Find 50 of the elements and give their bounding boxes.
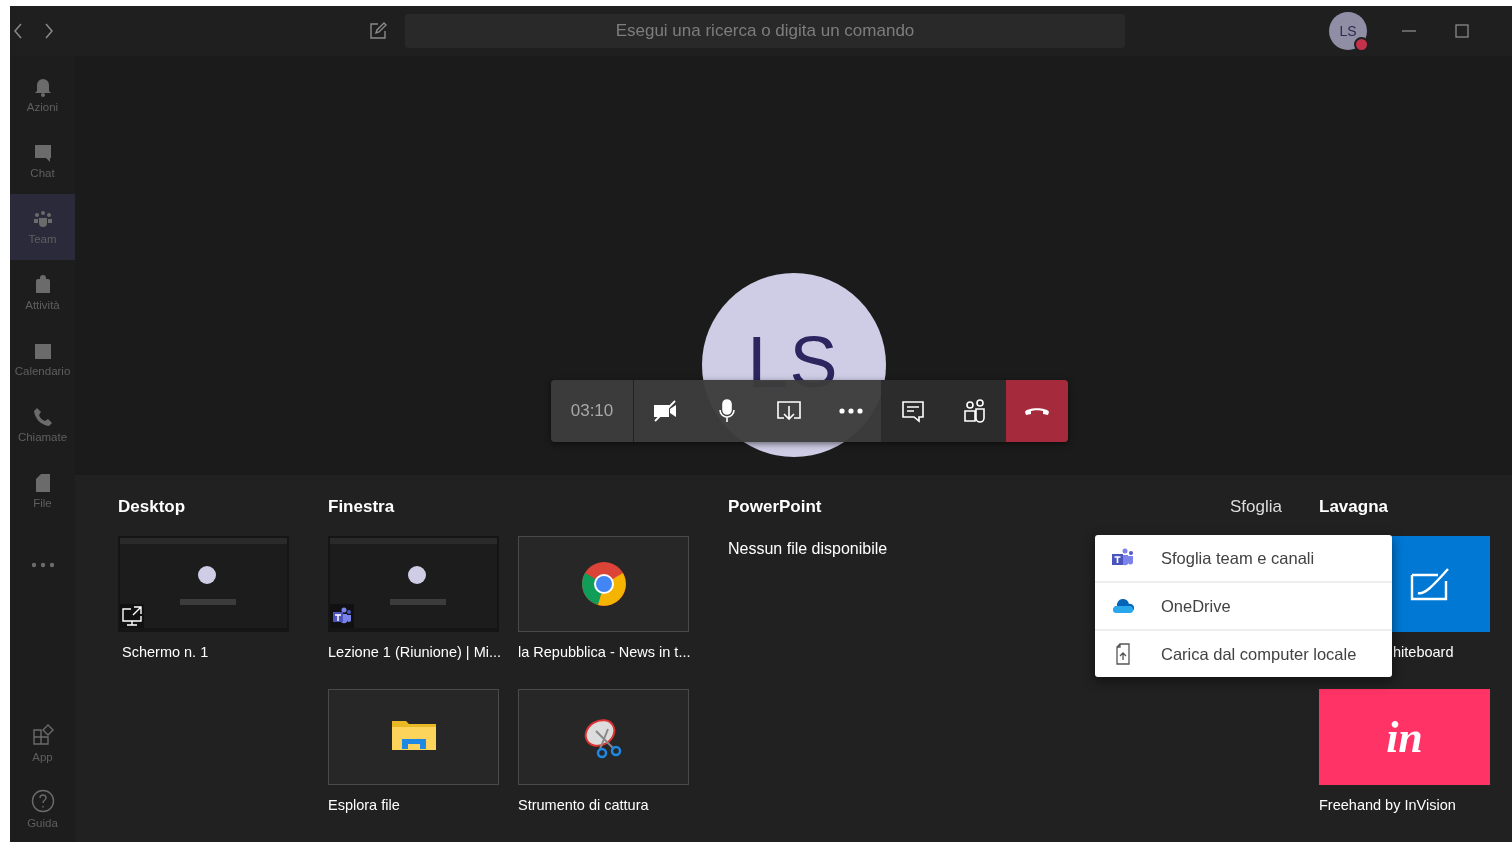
- sidebar-item[interactable]: Guida: [10, 776, 75, 842]
- presence-dot: [1354, 37, 1369, 52]
- sidebar-item[interactable]: File: [10, 458, 75, 524]
- app-tile[interactable]: [518, 536, 689, 632]
- invision-logo: in: [1386, 711, 1423, 763]
- sidebar-item[interactable]: Chat: [10, 128, 75, 194]
- phone-icon: [32, 407, 53, 427]
- invision-tile[interactable]: in: [1319, 689, 1490, 785]
- user-avatar[interactable]: LS: [1329, 12, 1367, 50]
- empty-message: Nessun file disponibile: [728, 539, 888, 559]
- more-icon[interactable]: [30, 562, 55, 568]
- sidebar-item[interactable]: Azioni: [10, 62, 75, 128]
- back-icon[interactable]: [13, 23, 23, 39]
- team-icon: [32, 209, 53, 229]
- tile-label: Strumento di cattura: [518, 796, 650, 815]
- maximize-icon[interactable]: [1455, 24, 1469, 38]
- apps-icon: [30, 723, 55, 747]
- search-field[interactable]: Esegui una ricerca o digita un comando: [405, 14, 1125, 48]
- forward-icon[interactable]: [44, 23, 54, 39]
- section-title: Lavagna: [1319, 496, 1389, 518]
- teams-logo-icon: [330, 604, 354, 628]
- chat-icon: [32, 143, 53, 163]
- help-icon: [30, 789, 55, 813]
- sidebar-item[interactable]: Attività: [10, 260, 75, 326]
- app-tile[interactable]: [328, 689, 499, 785]
- compose-icon[interactable]: [369, 22, 387, 40]
- app-tile[interactable]: [518, 689, 689, 785]
- section-title: Finestra: [328, 496, 396, 518]
- tile-label: Schermo n. 1: [121, 643, 210, 662]
- menu-item[interactable]: Carica dal computer locale: [1095, 629, 1392, 677]
- sidebar-item[interactable]: App: [10, 710, 75, 776]
- browse-button[interactable]: Sfoglia: [1230, 495, 1282, 519]
- pen-board-icon: [1409, 567, 1450, 601]
- tile-label: Esplora file: [328, 796, 401, 815]
- sidebar-item[interactable]: Calendario: [10, 326, 75, 392]
- tile-label: Lezione 1 (Riunione) | Mi...: [328, 643, 499, 662]
- tile-label: hiteboard: [1393, 643, 1454, 662]
- call-timer: 03:10: [551, 380, 634, 442]
- phone-icon: [1025, 407, 1049, 415]
- menu-item[interactable]: Sfoglia team e canali: [1095, 535, 1392, 581]
- tile-label: la Repubblica - News in t...: [518, 643, 689, 662]
- monitor-share-icon: [120, 604, 144, 628]
- section-title: Desktop: [118, 496, 187, 518]
- chrome-logo-icon: [581, 562, 626, 606]
- menu-item[interactable]: OneDrive: [1095, 581, 1392, 629]
- section-title: PowerPoint: [728, 496, 823, 518]
- more-icon: [839, 408, 863, 414]
- tile-label: Freehand by InVision: [1319, 796, 1457, 815]
- sidebar-item[interactable]: Chiamate: [10, 392, 75, 458]
- calendar-icon: [32, 341, 53, 361]
